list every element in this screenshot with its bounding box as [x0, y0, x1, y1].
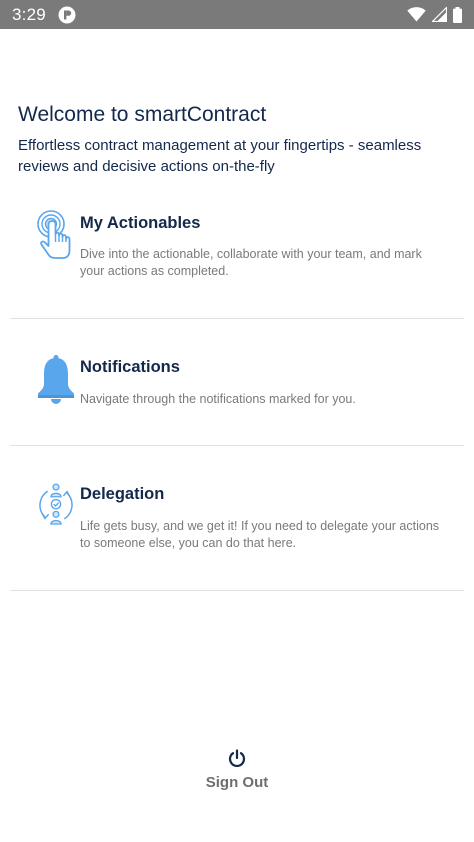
section-title: My Actionables: [80, 214, 201, 232]
section-description: Dive into the actionable, collaborate wi…: [80, 247, 422, 278]
section-title: Delegation: [80, 485, 165, 503]
welcome-header: Welcome to smartContract Effortless cont…: [18, 102, 458, 177]
status-icons: [407, 6, 462, 23]
battery-icon: [453, 6, 462, 23]
sign-out-label: Sign Out: [205, 774, 269, 791]
status-bar: 3:29: [0, 0, 474, 29]
status-time: 3:29: [12, 4, 46, 24]
menu-item-my-actionables[interactable]: My Actionables Dive into the actionable,…: [10, 200, 464, 319]
sign-out-button[interactable]: Sign Out: [0, 748, 474, 791]
page-title: Welcome to smartContract: [18, 103, 267, 126]
wifi-icon: [407, 7, 426, 22]
tap-finger-icon: [37, 210, 71, 259]
menu-item-notifications[interactable]: Notifications Navigate through the notif…: [10, 319, 464, 446]
power-icon: [228, 749, 246, 767]
app-notification-icon: [58, 6, 76, 23]
section-title: Notifications: [80, 358, 180, 376]
page-subtitle: Effortless contract management at your f…: [18, 137, 422, 175]
section-description: Navigate through the notifications marke…: [80, 392, 356, 406]
section-description: Life gets busy, and we get it! If you ne…: [80, 519, 440, 550]
signal-icon: [432, 7, 447, 22]
delegation-icon: [39, 483, 73, 525]
menu-item-delegation[interactable]: Delegation Life gets busy, and we get it…: [10, 446, 464, 591]
bell-icon: [38, 355, 74, 404]
